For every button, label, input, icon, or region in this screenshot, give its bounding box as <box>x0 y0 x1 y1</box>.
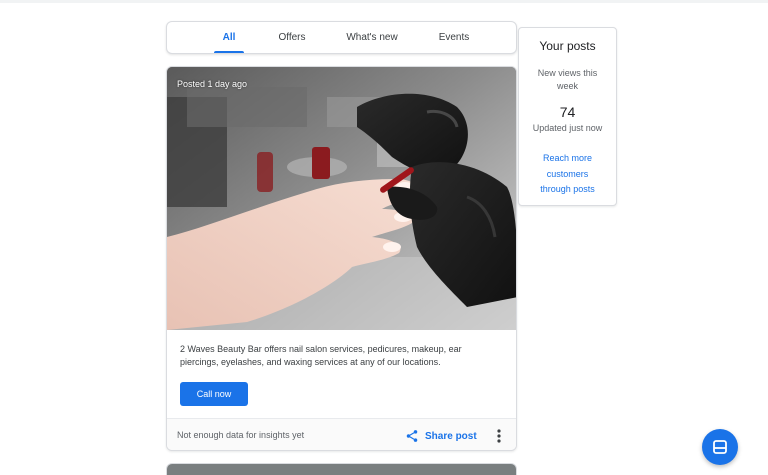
more-options-button[interactable] <box>492 427 506 445</box>
share-icon <box>406 430 418 442</box>
nail-salon-photo <box>167 67 516 330</box>
call-now-button[interactable]: Call now <box>180 382 248 406</box>
tab-events-label: Events <box>438 32 470 43</box>
active-tab-indicator <box>214 51 244 53</box>
posted-time: Posted 1 day ago <box>177 79 248 89</box>
tab-whats-new-label: What's new <box>346 32 398 43</box>
tab-all[interactable]: All <box>214 22 244 53</box>
post-image: Posted 1 day ago <box>167 67 516 330</box>
new-views-label: New views this week <box>537 68 598 91</box>
updated-status: Updated just now <box>532 123 603 133</box>
share-post-button[interactable]: Share post <box>405 427 477 445</box>
share-post-label: Share post <box>425 430 477 442</box>
post-description: 2 Waves Beauty Bar offers nail salon ser… <box>180 344 462 367</box>
page: All Offers What's new Events Posted 1 da… <box>0 0 768 475</box>
tab-offers-label: Offers <box>278 32 306 43</box>
views-count: 74 <box>559 104 576 120</box>
tab-events[interactable]: Events <box>433 22 475 53</box>
next-post-card <box>166 463 517 475</box>
more-vert-icon <box>497 429 501 443</box>
top-divider <box>0 0 768 3</box>
tab-all-label: All <box>222 32 236 43</box>
your-posts-panel: Your posts New views this week 74 Update… <box>518 27 617 206</box>
floating-action-button[interactable] <box>702 429 738 465</box>
post-filter-tabs: All Offers What's new Events <box>166 21 517 54</box>
post-card-footer: Not enough data for insights yet Share p… <box>167 418 516 450</box>
post-card: Posted 1 day ago 2 Waves Beauty Bar offe… <box>166 66 517 451</box>
your-posts-title: Your posts <box>539 39 596 53</box>
tab-offers[interactable]: Offers <box>271 22 313 53</box>
insights-status: Not enough data for insights yet <box>177 430 305 440</box>
tab-whats-new[interactable]: What's new <box>342 22 402 53</box>
message-icon <box>713 440 727 454</box>
reach-more-customers-link[interactable]: Reach more customers through posts <box>531 151 604 198</box>
